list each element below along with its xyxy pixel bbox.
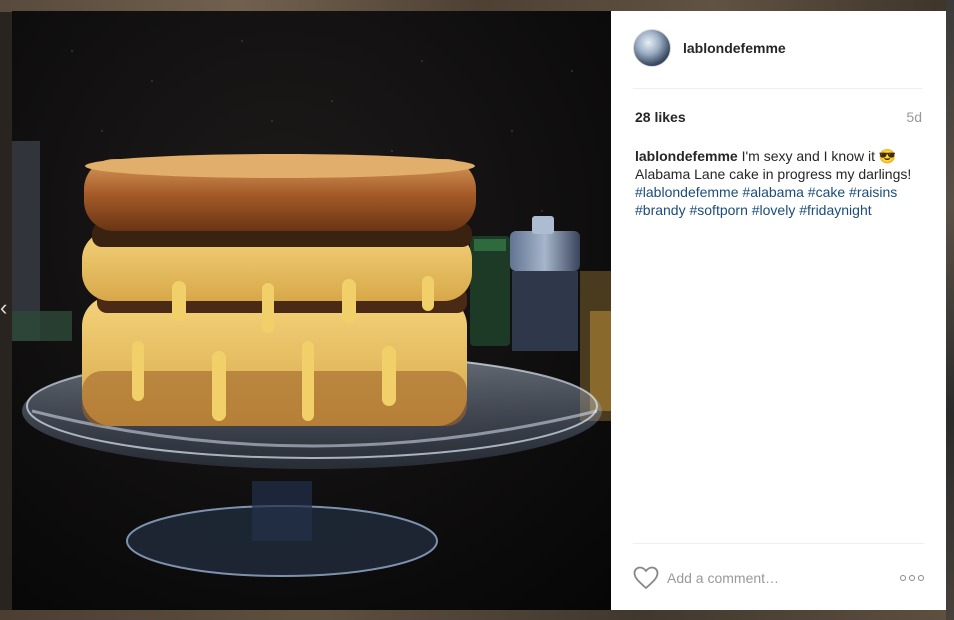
dot — [918, 575, 924, 581]
hashtag[interactable]: #raisins — [849, 184, 897, 200]
post-side-panel: lablondefemme 28 likes 5d lablondefemme … — [611, 11, 946, 610]
dot — [900, 575, 906, 581]
chevron-left-icon[interactable]: ‹ — [0, 290, 10, 326]
caption-line1: I'm sexy and I know it — [741, 148, 875, 164]
hashtag[interactable]: #fridaynight — [799, 202, 871, 218]
hashtag[interactable]: #lovely — [752, 202, 796, 218]
post-age[interactable]: 5d — [906, 109, 922, 125]
hashtag[interactable]: #alabama — [742, 184, 804, 200]
post-stats: 28 likes 5d — [635, 109, 922, 125]
caption-username[interactable]: lablondefemme — [635, 148, 738, 164]
hashtag[interactable]: #brandy — [635, 202, 686, 218]
backdrop-feed-strip-right — [946, 0, 954, 620]
post-footer — [633, 543, 924, 610]
hashtag[interactable]: #cake — [808, 184, 845, 200]
post-header: lablondefemme — [633, 29, 922, 89]
more-options-icon[interactable] — [898, 570, 924, 586]
heart-icon[interactable] — [633, 566, 659, 590]
caption-line2: Alabama Lane cake in progress my darling… — [635, 166, 912, 182]
sunglasses-emoji-icon: 😎 — [878, 148, 897, 164]
hashtag[interactable]: #softporn — [689, 202, 747, 218]
hashtag[interactable]: #lablondefemme — [635, 184, 739, 200]
dot — [909, 575, 915, 581]
likes-count[interactable]: 28 likes — [635, 109, 686, 125]
post-caption: lablondefemme I'm sexy and I know it 😎 A… — [635, 147, 924, 219]
post-username[interactable]: lablondefemme — [683, 40, 786, 56]
post-photo[interactable] — [12, 11, 611, 610]
cake-photo-illustration — [12, 11, 611, 610]
backdrop-feed-strip-bottom — [0, 610, 954, 620]
comment-input[interactable] — [667, 568, 887, 588]
avatar[interactable] — [633, 29, 671, 67]
